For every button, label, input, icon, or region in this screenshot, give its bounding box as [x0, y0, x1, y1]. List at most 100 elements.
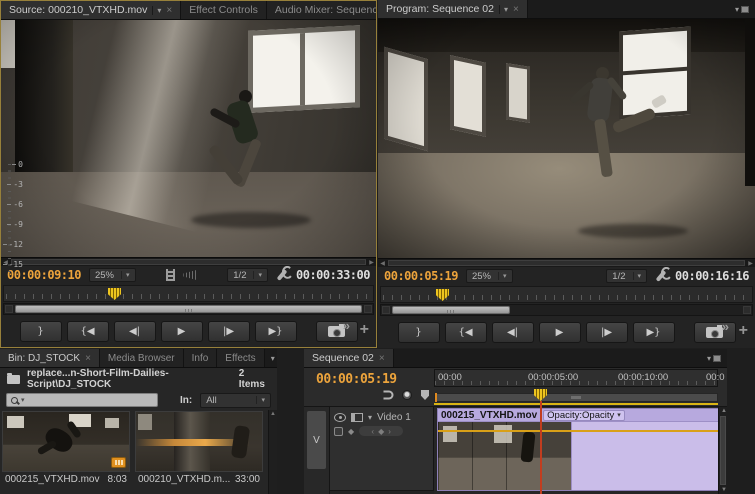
- tab-bin[interactable]: Bin: DJ_STOCK ×: [0, 349, 100, 367]
- program-resolution-select[interactable]: 1/2 ▾: [606, 269, 648, 283]
- tab-program[interactable]: Program: Sequence 02 ▾ ×: [378, 0, 528, 18]
- program-current-timecode[interactable]: 00:00:05:19: [384, 269, 458, 283]
- step-forward-button[interactable]: |▶: [585, 322, 628, 343]
- clip-name[interactable]: 000210_VTXHD.m...: [138, 474, 230, 485]
- source-hscrollbar[interactable]: ◀ ▶: [1, 257, 376, 266]
- zoom-scrollbar-thumb[interactable]: [392, 306, 510, 314]
- source-track-indicator[interactable]: V: [307, 411, 326, 469]
- track-name[interactable]: Video 1: [377, 412, 411, 423]
- source-zoom-scrollbar[interactable]: [3, 303, 374, 315]
- go-to-in-button[interactable]: {◀: [444, 322, 487, 343]
- scroll-left-icon[interactable]: ◀: [378, 259, 387, 267]
- program-video-viewport[interactable]: [378, 19, 755, 258]
- source-mini-timeline[interactable]: [3, 285, 374, 302]
- tab-media-browser[interactable]: Media Browser: [99, 349, 184, 367]
- bin-clip-item[interactable]: 000215_VTXHD.mov 8:03: [2, 411, 130, 494]
- scroll-up-icon[interactable]: ▲: [721, 408, 727, 414]
- keyframe-nav[interactable]: ‹ ◆ ›: [359, 426, 404, 436]
- toggle-track-output-icon[interactable]: [334, 412, 346, 422]
- draft-quality-icon[interactable]: [166, 269, 176, 281]
- set-display-style-icon[interactable]: [351, 412, 363, 422]
- marker-icon[interactable]: [421, 390, 429, 400]
- scroll-right-icon[interactable]: ▶: [746, 259, 755, 267]
- program-playhead-marker[interactable]: [436, 289, 449, 301]
- step-back-button[interactable]: ◀|: [113, 321, 156, 342]
- export-frame-button[interactable]: [315, 321, 358, 342]
- tab-effects[interactable]: Effects: [217, 349, 265, 367]
- chevron-down-icon[interactable]: ▾: [21, 396, 25, 404]
- program-zoom-scrollbar[interactable]: [380, 304, 753, 316]
- timeline-ruler[interactable]: 00:00 00:00:05:00 00:00:10:00 00:0: [434, 369, 725, 387]
- source-playhead-marker[interactable]: [108, 288, 121, 300]
- search-in-select[interactable]: All ▾: [200, 392, 271, 408]
- step-back-button[interactable]: ◀|: [491, 322, 534, 343]
- tab-source[interactable]: Source: 000210_VTXHD.mov ▾ ×: [1, 1, 182, 19]
- program-zoom-select[interactable]: 25% ▾: [465, 269, 513, 283]
- scroll-right-icon[interactable]: ▶: [367, 258, 376, 266]
- scroll-down-icon[interactable]: ▼: [721, 487, 727, 493]
- prev-keyframe-icon[interactable]: ‹: [371, 427, 374, 436]
- waveform-icon[interactable]: [183, 270, 197, 280]
- step-forward-button[interactable]: |▶: [207, 321, 250, 342]
- bin-scrollbar[interactable]: ▲: [268, 410, 277, 494]
- chevron-down-icon[interactable]: ▾: [498, 4, 508, 14]
- clip-thumbnail[interactable]: [135, 411, 263, 472]
- timeline-current-timecode[interactable]: 00:00:05:19: [316, 372, 397, 387]
- filmstrip-badge-icon[interactable]: [111, 457, 126, 468]
- go-to-out-button[interactable]: ▶}: [632, 322, 675, 343]
- clip-effect-badge[interactable]: Opacity:Opacity ▾: [543, 409, 625, 421]
- wrench-icon[interactable]: [655, 270, 667, 282]
- go-to-out-button[interactable]: ▶}: [254, 321, 297, 342]
- next-keyframe-icon[interactable]: ›: [388, 427, 391, 436]
- bin-clip-item[interactable]: 000210_VTXHD.m... 33:00: [135, 411, 263, 494]
- mark-out-button[interactable]: }: [19, 321, 62, 342]
- tab-sequence[interactable]: Sequence 02 ×: [304, 349, 394, 367]
- source-video-viewport[interactable]: [1, 20, 376, 257]
- scroll-up-icon[interactable]: ▲: [269, 411, 277, 417]
- source-zoom-select[interactable]: 25% ▾: [88, 268, 136, 282]
- panel-menu-icon[interactable]: ▾: [265, 349, 277, 367]
- tab-audio-mixer[interactable]: Audio Mixer: Sequenc: [266, 1, 376, 19]
- timeline-playhead-line[interactable]: [540, 401, 542, 494]
- work-area-bar[interactable]: [434, 393, 718, 402]
- parent-folder-icon[interactable]: [7, 372, 20, 384]
- overflow-chevron-icon[interactable]: »: [343, 318, 350, 333]
- clip-name[interactable]: 000215_VTXHD.mov: [5, 474, 100, 485]
- play-button[interactable]: ▶: [160, 321, 203, 342]
- mark-out-button[interactable]: }: [397, 322, 440, 343]
- add-keyframe-icon[interactable]: ◆: [348, 427, 354, 436]
- close-icon[interactable]: ×: [85, 353, 91, 364]
- panel-menu-icon[interactable]: ▾: [729, 0, 755, 18]
- source-resolution-select[interactable]: 1/2 ▾: [227, 268, 268, 282]
- search-input[interactable]: ▾: [6, 393, 158, 407]
- add-button-icon[interactable]: +: [360, 322, 369, 338]
- opacity-rubber-band[interactable]: [438, 430, 718, 432]
- panel-menu-icon[interactable]: ▾: [701, 349, 727, 367]
- close-icon[interactable]: ×: [379, 353, 385, 364]
- add-button-icon[interactable]: +: [739, 323, 748, 339]
- overflow-chevron-icon[interactable]: »: [722, 319, 729, 334]
- timeline-scrollbar[interactable]: ▲ ▼: [718, 407, 727, 494]
- play-button[interactable]: ▶: [538, 322, 581, 343]
- program-mini-timeline[interactable]: [380, 286, 753, 303]
- chapter-marker-icon[interactable]: [402, 390, 412, 400]
- hscroll-thumb[interactable]: [388, 260, 745, 266]
- chevron-down-icon[interactable]: ▾: [152, 5, 161, 15]
- close-icon[interactable]: ×: [513, 4, 519, 15]
- audio-meter-panel[interactable]: 0 -3 -6 -9 -12 -15: [0, 149, 27, 294]
- snap-icon[interactable]: [383, 390, 394, 400]
- export-frame-button[interactable]: [693, 322, 736, 343]
- tab-info[interactable]: Info: [183, 349, 218, 367]
- hscroll-thumb[interactable]: [11, 259, 366, 265]
- program-hscrollbar[interactable]: ◀ ▶: [378, 258, 755, 267]
- wrench-icon[interactable]: [276, 269, 288, 281]
- timeline-clip[interactable]: 000215_VTXHD.mov Opacity:Opacity ▾: [437, 408, 718, 491]
- zoom-scrollbar-thumb[interactable]: [15, 305, 362, 313]
- video-track-lane[interactable]: 000215_VTXHD.mov Opacity:Opacity ▾: [434, 407, 718, 494]
- go-to-in-button[interactable]: {◀: [66, 321, 109, 342]
- show-keyframes-icon[interactable]: [334, 426, 343, 436]
- collapse-track-icon[interactable]: ▾: [368, 413, 372, 422]
- close-icon[interactable]: ×: [166, 5, 172, 16]
- tab-effect-controls[interactable]: Effect Controls: [181, 1, 267, 19]
- clip-thumbnail[interactable]: [2, 411, 130, 472]
